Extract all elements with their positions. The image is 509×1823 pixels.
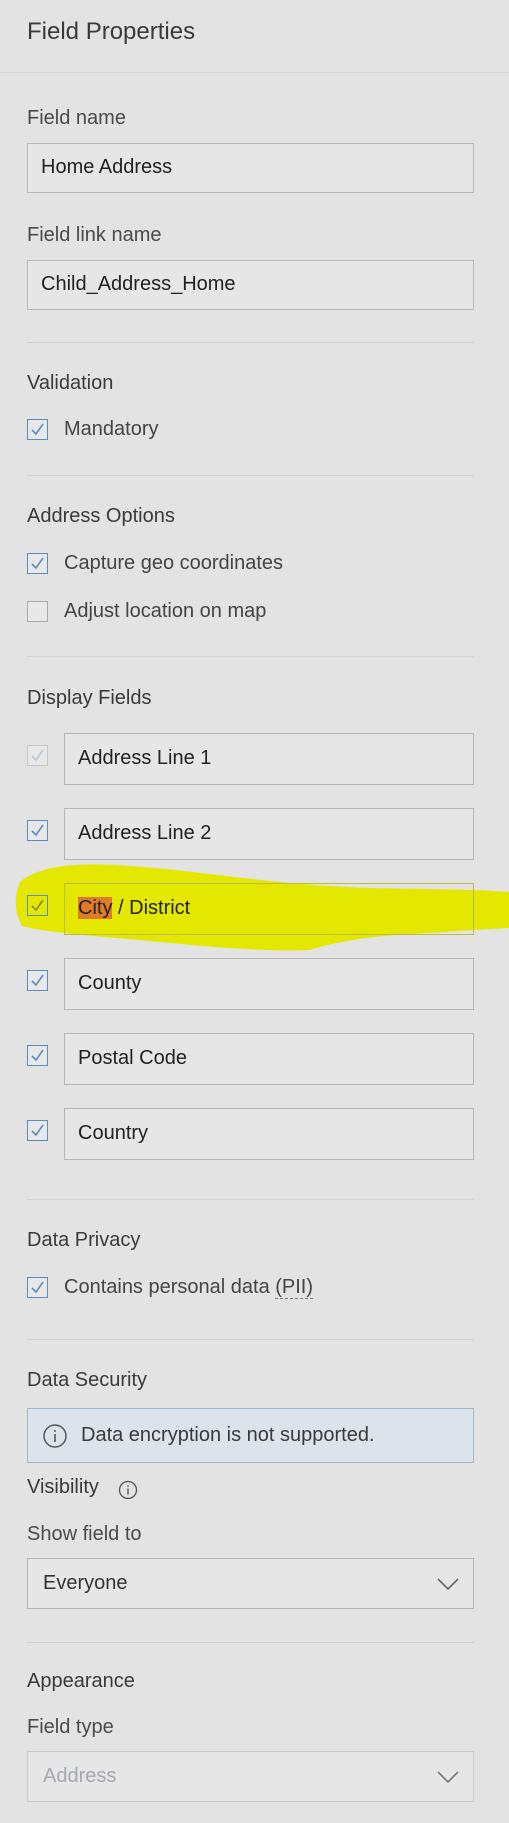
postal-code-checkbox[interactable] (27, 1045, 48, 1066)
address-line-1-field[interactable]: Address Line 1 (64, 733, 474, 785)
data-security-title: Data Security (27, 1369, 148, 1391)
divider (27, 1199, 474, 1200)
highlighted-word: City (78, 897, 113, 919)
label-rest: / District (112, 897, 191, 919)
country-field[interactable]: Country (64, 1108, 474, 1160)
field-type-label: Field type (27, 1716, 114, 1738)
checkmark-icon (31, 824, 44, 837)
show-field-to-label: Show field to (27, 1523, 142, 1545)
show-field-to-select[interactable]: Everyone (27, 1558, 474, 1609)
city-district-checkbox[interactable] (27, 895, 48, 916)
chevron-down-icon (437, 1770, 459, 1789)
pii-checkbox[interactable] (27, 1277, 48, 1298)
divider (27, 1339, 474, 1340)
checkmark-icon (31, 1281, 44, 1294)
county-checkbox[interactable] (27, 970, 48, 991)
checkmark-icon (31, 899, 44, 912)
visibility-info-icon[interactable] (118, 1480, 138, 1505)
city-district-label: City / District (78, 897, 190, 920)
checkmark-icon (31, 749, 44, 762)
postal-code-label: Postal Code (78, 1047, 187, 1069)
county-field[interactable]: County (64, 958, 474, 1010)
pii-label: Contains personal data (PII) (64, 1276, 314, 1299)
field-type-select[interactable]: Address (27, 1751, 474, 1802)
field-type-value: Address (43, 1765, 117, 1787)
address-line-2-field[interactable]: Address Line 2 (64, 808, 474, 860)
checkmark-icon (31, 974, 44, 987)
country-checkbox[interactable] (27, 1120, 48, 1141)
encryption-info-banner: Data encryption is not supported. (27, 1408, 474, 1463)
postal-code-field[interactable]: Postal Code (64, 1033, 474, 1085)
address-line-2-label: Address Line 2 (78, 822, 212, 844)
address-line-1-label: Address Line 1 (78, 747, 212, 769)
info-icon (42, 1423, 68, 1454)
checkmark-icon (31, 1124, 44, 1137)
visibility-title: Visibility (27, 1476, 99, 1498)
pii-abbr: (PII) (275, 1276, 314, 1299)
chevron-down-icon (437, 1577, 459, 1596)
encryption-info-message: Data encryption is not supported. (81, 1424, 375, 1446)
country-label: Country (78, 1122, 149, 1144)
address-line-1-checkbox[interactable] (27, 745, 48, 766)
data-privacy-title: Data Privacy (27, 1229, 141, 1251)
show-field-to-value: Everyone (43, 1572, 128, 1594)
divider (27, 1642, 474, 1643)
appearance-title: Appearance (27, 1670, 135, 1692)
pii-label-text: Contains personal data (64, 1276, 276, 1298)
county-label: County (78, 972, 142, 994)
checkmark-icon (31, 1049, 44, 1062)
city-district-field[interactable]: City / District (64, 883, 474, 935)
address-line-2-checkbox[interactable] (27, 820, 48, 841)
